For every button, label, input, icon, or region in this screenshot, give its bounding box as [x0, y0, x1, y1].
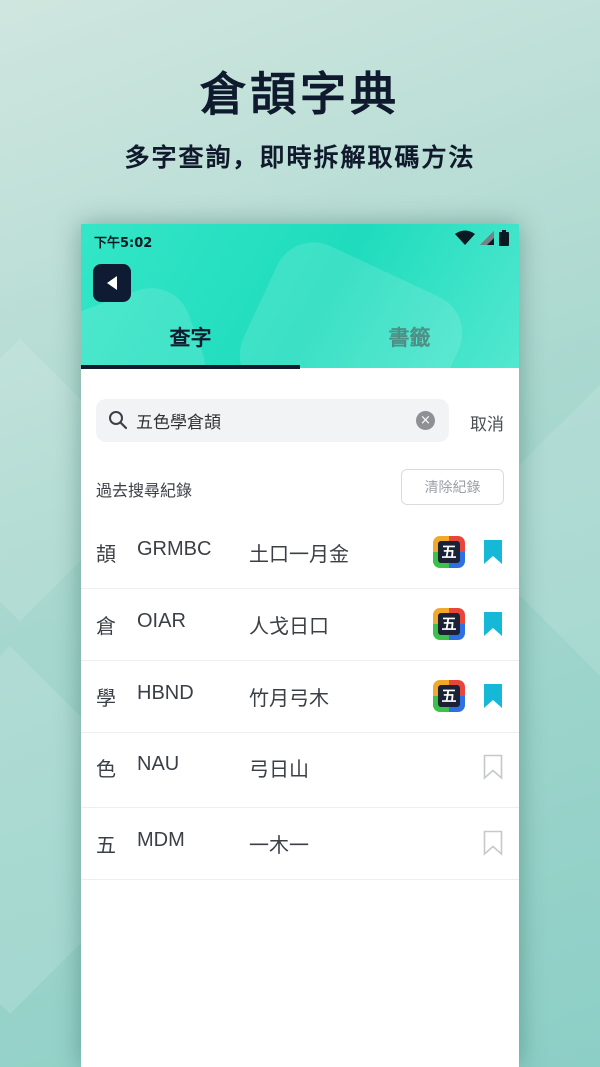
result-roots: 土口一月金: [249, 542, 349, 566]
bookmark-outline-icon[interactable]: [483, 830, 503, 856]
clear-history-button[interactable]: 清除紀錄: [401, 469, 504, 505]
history-label: 過去搜尋紀錄: [96, 481, 193, 500]
search-row: × 取消: [96, 399, 506, 442]
status-icons: [455, 230, 509, 246]
result-char: 倉: [96, 614, 116, 638]
result-char: 頡: [96, 542, 116, 566]
result-roots: 竹月弓木: [249, 686, 329, 710]
result-row[interactable]: 五 MDM 一木一: [81, 808, 519, 880]
status-time: 下午5:02: [94, 236, 153, 251]
result-roots: 人戈日口: [249, 614, 329, 638]
result-code: OIAR: [137, 610, 186, 632]
five-color-app-badge[interactable]: 五: [433, 608, 465, 640]
promo-subtitle: 多字查詢，即時拆解取碼方法: [124, 143, 476, 172]
result-row[interactable]: 頡 GRMBC 土口一月金 五: [81, 517, 519, 589]
search-input[interactable]: [136, 399, 406, 442]
clear-search-icon[interactable]: ×: [416, 411, 435, 430]
result-char: 色: [96, 757, 116, 781]
back-arrow-icon: [107, 276, 117, 290]
result-char: 學: [96, 686, 116, 710]
app-header: 下午5:02 查字 書籤: [81, 224, 519, 368]
result-row[interactable]: 學 HBND 竹月弓木 五: [81, 661, 519, 733]
active-tab-indicator: [81, 365, 300, 369]
wifi-icon: [455, 230, 475, 245]
tab-bookmarks[interactable]: 書籤: [300, 322, 519, 352]
signal-icon: [480, 231, 494, 245]
result-row[interactable]: 倉 OIAR 人戈日口 五: [81, 589, 519, 661]
badge-label: 五: [438, 685, 460, 707]
tab-search[interactable]: 查字: [81, 322, 300, 352]
badge-label: 五: [438, 613, 460, 635]
result-roots: 一木一: [249, 833, 309, 857]
status-bar: 下午5:02: [81, 224, 519, 254]
badge-label: 五: [438, 541, 460, 563]
battery-icon: [499, 230, 509, 246]
result-code: HBND: [137, 682, 194, 704]
result-roots: 弓日山: [249, 757, 309, 781]
search-box[interactable]: ×: [96, 399, 449, 442]
bookmark-outline-icon[interactable]: [483, 754, 503, 780]
phone-screen: 下午5:02 查字 書籤 × 取消 過去搜尋紀錄 清除紀錄 頡 GRMBC 土口一月…: [81, 224, 519, 1067]
result-char: 五: [96, 833, 116, 857]
five-color-app-badge[interactable]: 五: [433, 536, 465, 568]
search-icon: [109, 411, 128, 430]
promo-title: 倉頡字典: [200, 67, 400, 121]
cancel-button[interactable]: 取消: [470, 410, 504, 435]
bookmark-filled-icon[interactable]: [483, 539, 503, 565]
result-row[interactable]: 色 NAU 弓日山: [81, 732, 519, 808]
result-code: MDM: [137, 829, 185, 851]
five-color-app-badge[interactable]: 五: [433, 680, 465, 712]
result-code: GRMBC: [137, 538, 212, 560]
result-code: NAU: [137, 753, 180, 775]
bookmark-filled-icon[interactable]: [483, 611, 503, 637]
bookmark-filled-icon[interactable]: [483, 683, 503, 709]
back-button[interactable]: [93, 264, 131, 302]
